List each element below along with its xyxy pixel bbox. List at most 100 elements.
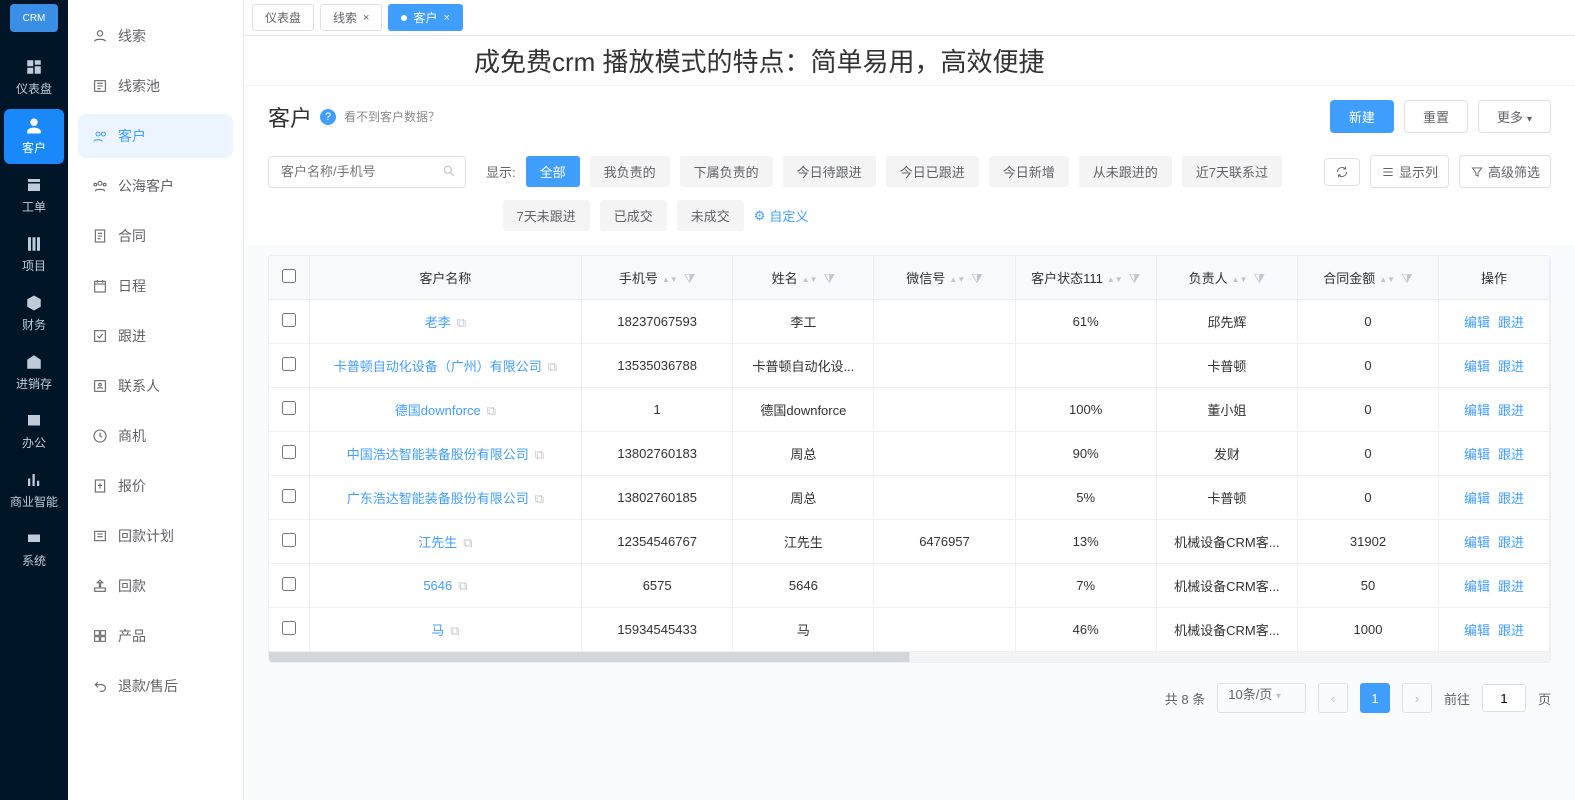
nav-system[interactable]: 系统: [4, 522, 64, 577]
close-icon[interactable]: ×: [443, 12, 449, 24]
page-size-select[interactable]: 10条/页 ▾: [1217, 683, 1306, 713]
customer-name-link[interactable]: 德国downforce: [395, 403, 481, 418]
edit-link[interactable]: 编辑: [1464, 447, 1490, 462]
edit-link[interactable]: 编辑: [1464, 359, 1490, 374]
sidebar-publiccustomer[interactable]: 公海客户: [78, 164, 233, 208]
row-checkbox[interactable]: [282, 313, 296, 327]
filter-icon[interactable]: ⧩: [823, 271, 835, 286]
follow-link[interactable]: 跟进: [1498, 491, 1524, 506]
custom-filter-link[interactable]: ⚙自定义: [754, 206, 809, 225]
row-checkbox[interactable]: [282, 621, 296, 635]
nav-project[interactable]: 项目: [4, 227, 64, 282]
more-button[interactable]: 更多▾: [1478, 100, 1551, 133]
copy-icon[interactable]: ⧉: [463, 535, 472, 550]
chip-never[interactable]: 从未跟进的: [1079, 156, 1172, 187]
sidebar-schedule[interactable]: 日程: [78, 264, 233, 308]
horizontal-scrollbar[interactable]: [269, 652, 1550, 662]
customer-name-link[interactable]: 广东浩达智能装备股份有限公司: [347, 491, 529, 506]
chip-7d-contact[interactable]: 近7天联系过: [1182, 156, 1282, 187]
chip-lost[interactable]: 未成交: [677, 200, 744, 231]
sidebar-repayplan[interactable]: 回款计划: [78, 514, 233, 558]
sidebar-repay[interactable]: 回款: [78, 564, 233, 608]
col-amount[interactable]: 合同金额▲▼⧩: [1297, 256, 1438, 300]
copy-icon[interactable]: ⧉: [450, 623, 459, 638]
nav-bi[interactable]: 商业智能: [4, 463, 64, 518]
chip-sub[interactable]: 下属负责的: [680, 156, 773, 187]
follow-link[interactable]: 跟进: [1498, 359, 1524, 374]
follow-link[interactable]: 跟进: [1498, 623, 1524, 638]
nav-inventory[interactable]: 进销存: [4, 345, 64, 400]
chip-7d-no[interactable]: 7天未跟进: [503, 200, 590, 231]
copy-icon[interactable]: ⧉: [535, 447, 544, 462]
copy-icon[interactable]: ⧉: [458, 578, 467, 593]
sidebar-quote[interactable]: 报价: [78, 464, 233, 508]
chip-today-follow[interactable]: 今日待跟进: [783, 156, 876, 187]
nav-customer[interactable]: 客户: [4, 109, 64, 164]
customer-name-link[interactable]: 卡普顿自动化设备（广州）有限公司: [334, 359, 542, 374]
follow-link[interactable]: 跟进: [1498, 403, 1524, 418]
col-name[interactable]: 客户名称: [309, 256, 581, 300]
filter-icon[interactable]: ⧩: [1129, 271, 1141, 286]
reset-button[interactable]: 重置: [1404, 100, 1468, 133]
col-owner[interactable]: 负责人▲▼⧩: [1156, 256, 1297, 300]
copy-icon[interactable]: ⧉: [535, 491, 544, 506]
page-1-button[interactable]: 1: [1360, 683, 1390, 713]
edit-link[interactable]: 编辑: [1464, 623, 1490, 638]
sidebar-contact[interactable]: 联系人: [78, 364, 233, 408]
nav-workorder[interactable]: 工单: [4, 168, 64, 223]
customer-name-link[interactable]: 中国浩达智能装备股份有限公司: [347, 447, 529, 462]
copy-icon[interactable]: ⧉: [548, 359, 557, 374]
follow-link[interactable]: 跟进: [1498, 315, 1524, 330]
col-phone[interactable]: 手机号▲▼⧩: [582, 256, 733, 300]
help-hint[interactable]: 看不到客户数据？: [344, 108, 440, 125]
copy-icon[interactable]: ⧉: [457, 315, 466, 330]
chip-mine[interactable]: 我负责的: [590, 156, 670, 187]
help-icon[interactable]: ?: [320, 109, 336, 125]
sidebar-leadpool[interactable]: 线索池: [78, 64, 233, 108]
goto-page-input[interactable]: [1482, 684, 1526, 712]
nav-finance[interactable]: 财务: [4, 286, 64, 341]
close-icon[interactable]: ×: [363, 12, 369, 24]
customer-name-link[interactable]: 马: [431, 623, 444, 638]
sidebar-product[interactable]: 产品: [78, 614, 233, 658]
customer-name-link[interactable]: 5646: [423, 578, 452, 593]
chip-won[interactable]: 已成交: [600, 200, 667, 231]
col-contact[interactable]: 姓名▲▼⧩: [733, 256, 874, 300]
new-button[interactable]: 新建: [1330, 100, 1394, 133]
prev-page-button[interactable]: ‹: [1318, 683, 1348, 713]
customer-name-link[interactable]: 老李: [425, 315, 451, 330]
tab-customer[interactable]: 客户×: [388, 4, 462, 31]
select-all-checkbox[interactable]: [282, 269, 296, 283]
chip-today-new[interactable]: 今日新增: [989, 156, 1069, 187]
filter-icon[interactable]: ⧩: [684, 271, 696, 286]
sidebar-opportunity[interactable]: 商机: [78, 414, 233, 458]
filter-icon[interactable]: ⧩: [971, 271, 983, 286]
edit-link[interactable]: 编辑: [1464, 491, 1490, 506]
customer-name-link[interactable]: 江先生: [418, 535, 457, 550]
refresh-button[interactable]: [1324, 158, 1360, 186]
sidebar-lead[interactable]: 线索: [78, 14, 233, 58]
row-checkbox[interactable]: [282, 445, 296, 459]
sidebar-contract[interactable]: 合同: [78, 214, 233, 258]
filter-icon[interactable]: ⧩: [1253, 271, 1265, 286]
edit-link[interactable]: 编辑: [1464, 403, 1490, 418]
sidebar-customer[interactable]: 客户: [78, 114, 233, 158]
follow-link[interactable]: 跟进: [1498, 447, 1524, 462]
chip-all[interactable]: 全部: [526, 156, 580, 187]
edit-link[interactable]: 编辑: [1464, 315, 1490, 330]
tab-dashboard[interactable]: 仪表盘: [252, 4, 314, 31]
row-checkbox[interactable]: [282, 489, 296, 503]
edit-link[interactable]: 编辑: [1464, 535, 1490, 550]
col-wechat[interactable]: 微信号▲▼⧩: [874, 256, 1015, 300]
sidebar-refund[interactable]: 退款/售后: [78, 664, 233, 708]
columns-button[interactable]: 显示列: [1370, 155, 1449, 188]
edit-link[interactable]: 编辑: [1464, 579, 1490, 594]
nav-office[interactable]: 办公: [4, 404, 64, 459]
row-checkbox[interactable]: [282, 533, 296, 547]
advanced-filter-button[interactable]: 高级筛选: [1459, 155, 1551, 188]
nav-dashboard[interactable]: 仪表盘: [4, 50, 64, 105]
copy-icon[interactable]: ⧉: [487, 403, 496, 418]
chip-today-done[interactable]: 今日已跟进: [886, 156, 979, 187]
follow-link[interactable]: 跟进: [1498, 579, 1524, 594]
follow-link[interactable]: 跟进: [1498, 535, 1524, 550]
